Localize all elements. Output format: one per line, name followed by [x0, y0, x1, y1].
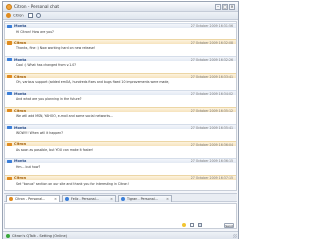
message-header: Citron 27 October 2009 16:37:15: [5, 174, 236, 181]
outgoing-message-icon: [7, 142, 12, 146]
message-header: Monta 27 October 2009 16:34:02: [5, 90, 236, 96]
minimize-icon[interactable]: –: [215, 4, 221, 10]
message-text: WOW!!! When will it happen?: [16, 130, 63, 135]
contact-info-button[interactable]: Citron: [6, 13, 24, 19]
message-text: Hi Citron! How are you?: [16, 29, 54, 34]
message-item: Monta 27 October 2009 16:31:56 Hi Citron! …: [5, 22, 236, 37]
message-item: Monta 27 October 2009 16:35:41 WOW!!! When…: [5, 123, 236, 138]
message-timestamp: 27 October 2009 16:32:08: [190, 41, 233, 46]
incoming-message-icon: [7, 58, 12, 62]
message-header: Citron 27 October 2009 16:36:04: [5, 140, 236, 147]
close-icon[interactable]: ×: [229, 4, 235, 10]
message-header: Monta 27 October 2009 16:35:41: [5, 123, 236, 130]
info-icon: [36, 13, 41, 18]
message-timestamp: 27 October 2009 16:34:02: [190, 91, 233, 96]
message-text: As soon as possible, but YOU can make it…: [16, 147, 94, 152]
message-timestamp: 27 October 2009 16:32:26: [190, 58, 233, 63]
tab-label: Feliz - Personal...: [71, 197, 99, 202]
message-header: Monta 27 October 2009 16:36:15: [5, 157, 236, 164]
message-text: Hm... but how?: [16, 164, 41, 169]
tab-label: Citron - Personal...: [15, 197, 46, 202]
message-sender: Monta: [14, 91, 27, 96]
outgoing-message-icon: [7, 41, 12, 45]
message-text: Thanks, fine :) Now working hard on new …: [16, 46, 96, 51]
message-item: Monta 27 October 2009 16:34:02 And what ar…: [5, 90, 236, 104]
tab-close-icon[interactable]: ×: [54, 197, 57, 201]
message-timestamp: 27 October 2009 16:31:56: [190, 24, 233, 29]
message-header: Citron 27 October 2009 16:33:41: [5, 73, 236, 79]
message-item: Citron 27 October 2009 16:35:12 We will ad…: [5, 107, 236, 121]
resize-grip-icon[interactable]: [233, 234, 237, 238]
message-header: Citron 27 October 2009 16:35:12: [5, 107, 236, 113]
message-sender: Citron: [14, 142, 27, 147]
message-item: Citron 27 October 2009 16:36:04 As soon as…: [5, 140, 236, 155]
message-input[interactable]: Send: [4, 203, 237, 229]
chat-tab[interactable]: Feliz - Personal... ×: [62, 195, 116, 202]
attach-icon[interactable]: [198, 223, 202, 227]
window-title: Citron - Personal chat: [14, 4, 60, 9]
message-timestamp: 27 October 2009 16:33:41: [190, 74, 233, 79]
message-sender: Monta: [14, 159, 27, 164]
message-timestamp: 27 October 2009 16:35:12: [190, 108, 233, 113]
chat-tab-bar: Citron - Personal... × Feliz - Personal...…: [4, 193, 237, 202]
message-text: Oh, various support (added emOA, hundred…: [16, 80, 170, 85]
tab-close-icon[interactable]: ×: [166, 197, 169, 201]
message-text: Cool :) What has changed from v.1.0?: [16, 63, 77, 68]
message-header: Monta 27 October 2009 16:31:56: [5, 22, 236, 29]
status-bar: Citron's QTalk - Setting (Online): [3, 231, 238, 239]
message-sender: Monta: [14, 24, 27, 29]
history-icon: [28, 13, 33, 18]
info-button[interactable]: [36, 13, 42, 19]
history-button[interactable]: [28, 13, 34, 19]
online-status-icon[interactable]: [6, 234, 10, 238]
message-timestamp: 27 October 2009 16:36:15: [190, 159, 233, 164]
message-text: We will add MSN, YAHOO, e-mail and some …: [16, 114, 114, 118]
message-header: Citron 27 October 2009 16:32:08: [5, 39, 236, 46]
incoming-message-icon: [7, 24, 12, 28]
incoming-message-icon: [7, 92, 12, 96]
status-text: Citron's QTalk - Setting (Online): [12, 233, 68, 238]
message-sender: Citron: [14, 176, 27, 181]
message-item: Citron 27 October 2009 16:33:41 Oh, variou…: [5, 73, 236, 87]
chat-tab[interactable]: Tigran - Personal... ×: [118, 195, 172, 202]
message-sender: Monta: [14, 57, 27, 62]
chat-window: Citron - Personal chat – □ × Citron Mont…: [2, 1, 239, 239]
message-sender: Citron: [14, 41, 27, 46]
tab-contact-icon: [9, 197, 13, 202]
tab-contact-icon: [121, 197, 125, 202]
outgoing-message-icon: [7, 176, 12, 180]
input-toolbar: Send: [176, 222, 236, 228]
smiley-icon[interactable]: [182, 223, 186, 227]
title-bar[interactable]: Citron - Personal chat – □ ×: [3, 2, 238, 12]
message-item: Monta 27 October 2009 16:32:26 Cool :) Wha…: [5, 56, 236, 70]
tab-close-icon[interactable]: ×: [110, 197, 113, 201]
incoming-message-icon: [7, 125, 12, 130]
message-timestamp: 27 October 2009 16:35:41: [190, 125, 233, 130]
message-log[interactable]: Monta 27 October 2009 16:31:56 Hi Citron! …: [4, 21, 237, 191]
message-sender: Citron: [14, 74, 27, 79]
send-button[interactable]: Send: [224, 222, 234, 228]
message-text: And what are you planning in the future?: [16, 97, 82, 102]
chat-tab[interactable]: Citron - Personal... ×: [6, 195, 60, 202]
outgoing-message-icon: [7, 75, 12, 79]
tab-contact-icon: [65, 197, 69, 202]
message-header: Monta 27 October 2009 16:32:26: [5, 56, 236, 63]
message-item: Monta 27 October 2009 16:36:15 Hm... but h…: [5, 157, 236, 172]
tab-label: Tigran - Personal...: [127, 197, 158, 202]
incoming-message-icon: [7, 159, 12, 163]
contact-name: Citron: [13, 13, 24, 18]
maximize-icon[interactable]: □: [222, 4, 228, 10]
chat-toolbar: Citron: [3, 12, 238, 20]
app-icon: [6, 4, 12, 10]
outgoing-message-icon: [7, 109, 12, 113]
message-text: Set "bonus" section on our site and than…: [16, 181, 129, 186]
format-icon[interactable]: [190, 223, 194, 227]
message-item: Citron 27 October 2009 16:37:15 Set "bonus…: [5, 174, 236, 189]
message-item: Citron 27 October 2009 16:32:08 Thanks, fi…: [5, 39, 236, 53]
message-sender: Monta: [14, 125, 27, 130]
message-timestamp: 27 October 2009 16:37:15: [190, 176, 233, 181]
message-timestamp: 27 October 2009 16:36:04: [190, 142, 233, 147]
contact-icon: [6, 13, 11, 18]
message-sender: Citron: [14, 108, 27, 113]
